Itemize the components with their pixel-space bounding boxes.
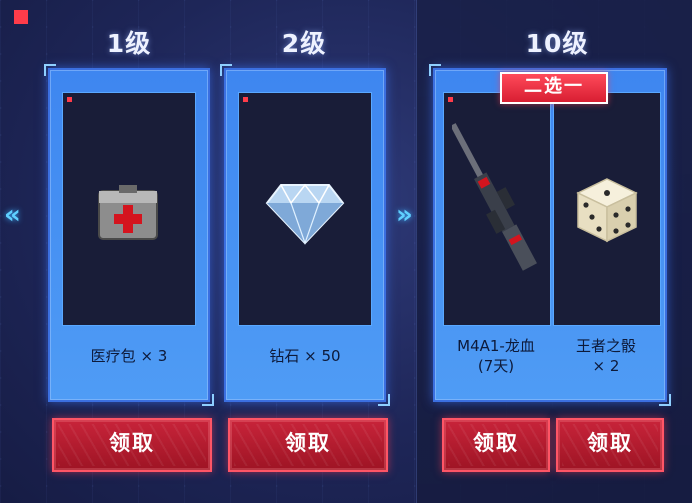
reward-name-tier1: 医疗包 × 3 <box>90 347 168 365</box>
reward-name-line2: (7天) <box>477 357 515 375</box>
medkit-icon <box>98 185 158 240</box>
reward-card-tier1: 医疗包 × 3 <box>44 64 214 406</box>
diamond-icon <box>265 183 345 245</box>
reward-slot-option2[interactable] <box>553 92 661 326</box>
reward-slot-option1[interactable] <box>443 92 551 326</box>
corner-marker <box>14 10 28 24</box>
reward-name-tier10-option1: M4A1-龙血 (7天) <box>443 336 549 376</box>
dice-icon <box>576 178 638 243</box>
scroll-right-icon[interactable]: » <box>396 200 413 230</box>
claim-button-tier2[interactable]: 领取 <box>228 418 388 472</box>
reward-name-line1: M4A1-龙血 <box>457 337 535 355</box>
reward-card-tier2: 钻石 × 50 <box>220 64 390 406</box>
reward-slot <box>238 92 372 326</box>
slot-marker <box>243 97 248 102</box>
claim-button-tier10-option1[interactable]: 领取 <box>442 418 550 472</box>
rifle-icon <box>452 123 537 271</box>
choose-one-badge: 二选一 <box>500 72 608 104</box>
level-label-1: 1级 <box>106 29 152 58</box>
reward-name-line1: 王者之骰 <box>575 337 636 355</box>
slot-marker <box>448 97 453 102</box>
reward-name-tier2: 钻石 × 50 <box>269 347 341 365</box>
reward-card-tier10: M4A1-龙血 (7天) 王者之骰 × 2 <box>429 64 671 406</box>
level-label-10: 10级 <box>525 29 589 58</box>
reward-name-tier10-option2: 王者之骰 × 2 <box>553 336 659 376</box>
slot-marker <box>67 97 72 102</box>
reward-name-line2: × 2 <box>592 357 620 375</box>
claim-button-tier1[interactable]: 领取 <box>52 418 212 472</box>
reward-slot <box>62 92 196 326</box>
level-label-2: 2级 <box>281 29 327 58</box>
claim-button-tier10-option2[interactable]: 领取 <box>556 418 664 472</box>
scroll-left-icon[interactable]: « <box>4 200 21 230</box>
